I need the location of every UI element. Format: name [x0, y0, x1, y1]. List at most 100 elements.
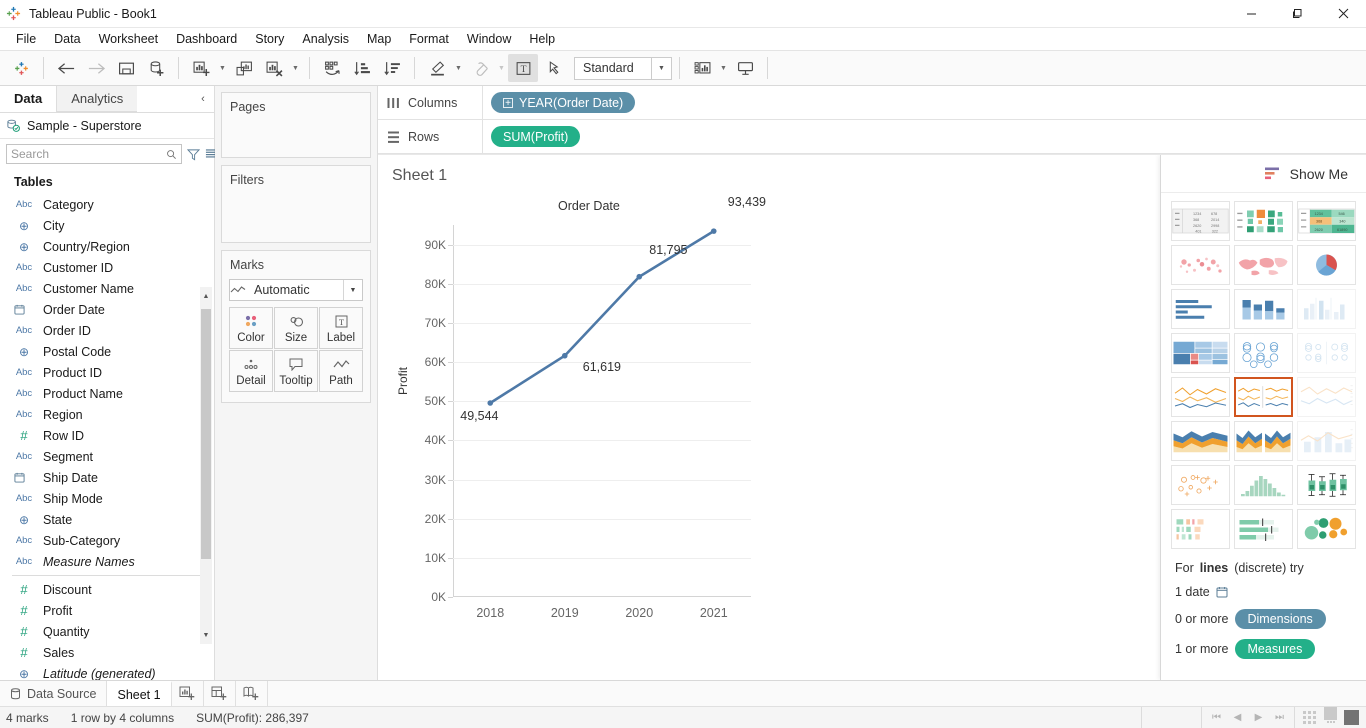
- scroll-down-icon[interactable]: ▼: [200, 628, 212, 642]
- menu-worksheet[interactable]: Worksheet: [90, 28, 168, 50]
- field-customer-id[interactable]: Abc Customer ID: [0, 257, 214, 278]
- show-me-treemap[interactable]: [1171, 333, 1230, 373]
- save-icon[interactable]: [111, 54, 141, 82]
- pill-sum-profit[interactable]: SUM(Profit): [491, 126, 581, 147]
- nav-next-icon[interactable]: ▶: [1249, 708, 1268, 728]
- sort-ascending-icon[interactable]: [347, 54, 377, 82]
- field-ship-date[interactable]: Ship Date: [0, 467, 214, 488]
- pill-year-order-date[interactable]: + YEAR(Order Date): [491, 92, 636, 113]
- back-arrow-icon[interactable]: [51, 54, 81, 82]
- maximize-button[interactable]: [1274, 0, 1320, 28]
- show-me-gantt[interactable]: [1171, 509, 1230, 549]
- close-button[interactable]: [1320, 0, 1366, 28]
- show-me-packed-bubbles[interactable]: [1297, 509, 1356, 549]
- show-me-bullet-graph[interactable]: [1234, 509, 1293, 549]
- field-measure-names[interactable]: Abc Measure Names: [0, 551, 214, 572]
- duplicate-sheet-icon[interactable]: [229, 54, 259, 82]
- field-discount[interactable]: # Discount: [0, 579, 214, 600]
- fit-select-arrow-icon[interactable]: ▼: [651, 57, 671, 79]
- field-region[interactable]: Abc Region: [0, 404, 214, 425]
- marks-label-button[interactable]: T Label: [319, 307, 363, 349]
- sort-descending-icon[interactable]: [377, 54, 407, 82]
- collapse-pane-icon[interactable]: ‹: [192, 86, 214, 112]
- tab-data[interactable]: Data: [0, 86, 57, 112]
- show-hide-cards-icon[interactable]: [687, 54, 717, 82]
- group-members-icon[interactable]: [465, 54, 495, 82]
- show-me-stacked-bars[interactable]: [1234, 289, 1293, 329]
- show-mark-labels-icon[interactable]: T: [508, 54, 538, 82]
- menu-format[interactable]: Format: [400, 28, 458, 50]
- tabs-grid-icon[interactable]: [1300, 708, 1319, 728]
- menu-window[interactable]: Window: [458, 28, 520, 50]
- sheet-only-icon[interactable]: [1342, 708, 1361, 728]
- scrollbar-thumb[interactable]: [201, 309, 211, 559]
- new-worksheet-icon[interactable]: [186, 54, 216, 82]
- new-data-source-icon[interactable]: [141, 54, 171, 82]
- show-me-area-charts-discrete[interactable]: [1234, 421, 1293, 461]
- columns-shelf-dropzone[interactable]: + YEAR(Order Date): [483, 86, 1366, 119]
- nav-first-icon[interactable]: ⏮: [1207, 708, 1226, 728]
- show-me-lines-discrete[interactable]: [1234, 377, 1293, 417]
- new-worksheet-dropdown-icon[interactable]: ▼: [216, 54, 229, 82]
- field-profit[interactable]: # Profit: [0, 600, 214, 621]
- minimize-button[interactable]: [1228, 0, 1274, 28]
- show-me-symbol-map[interactable]: [1171, 245, 1230, 285]
- marks-tooltip-button[interactable]: Tooltip: [274, 350, 318, 392]
- menu-data[interactable]: Data: [45, 28, 89, 50]
- show-me-lines-continuous[interactable]: [1171, 377, 1230, 417]
- fix-axes-icon[interactable]: [538, 54, 568, 82]
- show-me-highlight-table[interactable]: 1234 546 368 340 2620 61890: [1297, 201, 1356, 241]
- forward-arrow-icon[interactable]: [81, 54, 111, 82]
- rows-shelf[interactable]: Rows SUM(Profit): [378, 120, 1366, 154]
- chart-data-point[interactable]: [710, 228, 717, 234]
- show-me-box-and-whisker[interactable]: [1297, 465, 1356, 505]
- menu-story[interactable]: Story: [246, 28, 293, 50]
- mark-type-select[interactable]: Automatic ▼: [229, 279, 363, 301]
- field-sub-category[interactable]: Abc Sub-Category: [0, 530, 214, 551]
- filter-icon[interactable]: [187, 145, 200, 164]
- show-me-horizontal-bars[interactable]: [1171, 289, 1230, 329]
- new-story-button[interactable]: [236, 681, 268, 706]
- menu-map[interactable]: Map: [358, 28, 400, 50]
- nav-prev-icon[interactable]: ◀: [1228, 708, 1247, 728]
- show-me-circle-views[interactable]: [1234, 333, 1293, 373]
- swap-rows-columns-icon[interactable]: [317, 54, 347, 82]
- field-ship-mode[interactable]: Abc Ship Mode: [0, 488, 214, 509]
- mark-type-arrow-icon[interactable]: ▼: [343, 280, 362, 300]
- new-worksheet-button[interactable]: [172, 681, 204, 706]
- search-input[interactable]: [11, 147, 166, 161]
- field-order-date[interactable]: Order Date: [0, 299, 214, 320]
- filmstrip-icon[interactable]: [1321, 706, 1340, 728]
- field-sales[interactable]: # Sales: [0, 642, 214, 663]
- field-customer-name[interactable]: Abc Customer Name: [0, 278, 214, 299]
- show-me-text-table[interactable]: 1234 678 368 2014 2620 2998 401 322: [1171, 201, 1230, 241]
- show-me-filled-map[interactable]: [1234, 245, 1293, 285]
- field-category[interactable]: Abc Category: [0, 194, 214, 215]
- field-order-id[interactable]: Abc Order ID: [0, 320, 214, 341]
- show-me-dual-lines[interactable]: [1297, 377, 1356, 417]
- expand-plus-icon[interactable]: +: [503, 97, 513, 108]
- tab-analytics[interactable]: Analytics: [56, 86, 138, 112]
- menu-analysis[interactable]: Analysis: [293, 28, 358, 50]
- menu-dashboard[interactable]: Dashboard: [167, 28, 246, 50]
- rows-shelf-dropzone[interactable]: SUM(Profit): [483, 120, 1366, 153]
- chart-data-point[interactable]: [636, 273, 643, 280]
- marks-size-button[interactable]: Size: [274, 307, 318, 349]
- field-list-scrollbar[interactable]: ▲ ▼: [200, 287, 212, 644]
- nav-last-icon[interactable]: ⏭: [1270, 708, 1289, 728]
- chart-data-point[interactable]: [487, 400, 494, 406]
- show-me-header[interactable]: Show Me: [1161, 155, 1366, 193]
- highlight-icon[interactable]: [422, 54, 452, 82]
- menu-file[interactable]: File: [7, 28, 45, 50]
- new-dashboard-button[interactable]: [204, 681, 236, 706]
- field-country-region[interactable]: ⊕ Country/Region: [0, 236, 214, 257]
- search-input-wrap[interactable]: [6, 144, 182, 164]
- columns-shelf[interactable]: Columns + YEAR(Order Date): [378, 86, 1366, 120]
- clear-sheet-icon[interactable]: [259, 54, 289, 82]
- show-me-heat-map[interactable]: [1234, 201, 1293, 241]
- highlight-dropdown-icon[interactable]: ▼: [452, 54, 465, 82]
- fit-select[interactable]: Standard ▼: [574, 56, 672, 80]
- menu-help[interactable]: Help: [520, 28, 564, 50]
- show-hide-cards-dropdown-icon[interactable]: ▼: [717, 54, 730, 82]
- field-city[interactable]: ⊕ City: [0, 215, 214, 236]
